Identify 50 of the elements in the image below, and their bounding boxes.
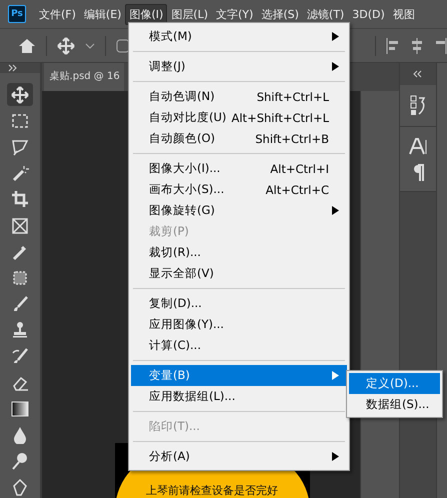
menu-bar-item[interactable]: 滤镜(T) (302, 4, 348, 24)
menu-bar-item[interactable]: 3D(D) (348, 4, 389, 24)
menu-bar-item[interactable]: 选择(S) (257, 4, 303, 24)
menu-item[interactable]: 复制(D)... (131, 293, 347, 314)
double-chevron-icon[interactable] (413, 70, 422, 78)
menu-item[interactable]: 数据组(S)... (349, 394, 440, 415)
frame-icon[interactable] (10, 216, 29, 235)
dodge-icon[interactable] (10, 452, 29, 470)
menu-item[interactable]: 计算(C)... (131, 335, 347, 356)
double-chevron-icon[interactable] (8, 64, 17, 72)
menu-bar-item[interactable]: 图像(I) (125, 4, 168, 24)
menu-item[interactable]: 模式(M) (131, 26, 347, 47)
menu-item[interactable]: 自动对比度(U) Alt+Shift+Ctrl+L (131, 107, 347, 128)
menu-bar-item[interactable]: 视图 (388, 4, 419, 24)
wand-icon[interactable] (10, 164, 29, 182)
menu-item[interactable]: 调整(J) (131, 56, 347, 77)
menu-item[interactable]: 图像旋转(G) (131, 200, 347, 221)
lasso-icon[interactable] (10, 138, 29, 156)
menu-bar-item[interactable]: 编辑(E) (80, 4, 126, 24)
align-left-icon[interactable] (386, 36, 400, 54)
layer-comps-icon[interactable] (410, 95, 426, 116)
app-logo[interactable]: Ps (8, 5, 26, 23)
document-tab[interactable]: 桌贴.psd @ 16 (44, 63, 124, 91)
menu-item[interactable]: 显示全部(V) (131, 263, 347, 284)
menu-bar-item[interactable]: 文件(F) (35, 4, 80, 24)
chevron-down-icon[interactable] (85, 42, 95, 50)
gradient-icon[interactable] (10, 400, 29, 418)
canvas-text: 上琴前请检查设备是否完好 (146, 484, 278, 497)
menu-item[interactable]: 画布大小(S)... Alt+Ctrl+C (131, 179, 347, 200)
menu-item[interactable]: 自动颜色(O) Shift+Ctrl+B (131, 128, 347, 149)
menu-item[interactable]: 应用数据组(L)... (131, 386, 347, 407)
stamp-icon[interactable] (10, 321, 29, 340)
menu-bar-item[interactable]: 图层(L) (167, 4, 212, 24)
menu-item[interactable]: 图像大小(I)... Alt+Ctrl+I (131, 158, 347, 179)
menu-item[interactable]: 裁切(R)... (131, 242, 347, 263)
menu-item[interactable]: 变量(B) (131, 365, 347, 386)
align-center-icon[interactable] (410, 36, 424, 54)
menu-item[interactable]: 自动色调(N) Shift+Ctrl+L (131, 86, 347, 107)
align-right-icon[interactable] (434, 36, 447, 54)
menu-item[interactable]: 应用图像(Y)... (131, 314, 347, 335)
history-brush-icon[interactable] (10, 347, 29, 366)
menu-item[interactable]: 分析(A) (131, 446, 347, 467)
move-icon[interactable] (10, 86, 29, 104)
menu-bar-item[interactable]: 文字(Y) (212, 4, 258, 24)
move-icon[interactable] (57, 36, 75, 54)
character-icon[interactable] (408, 137, 427, 155)
menu-item[interactable]: 定义(D)... (349, 373, 440, 394)
home-icon[interactable] (18, 36, 36, 54)
crop-icon[interactable] (10, 190, 29, 208)
marquee-icon[interactable] (10, 112, 29, 130)
